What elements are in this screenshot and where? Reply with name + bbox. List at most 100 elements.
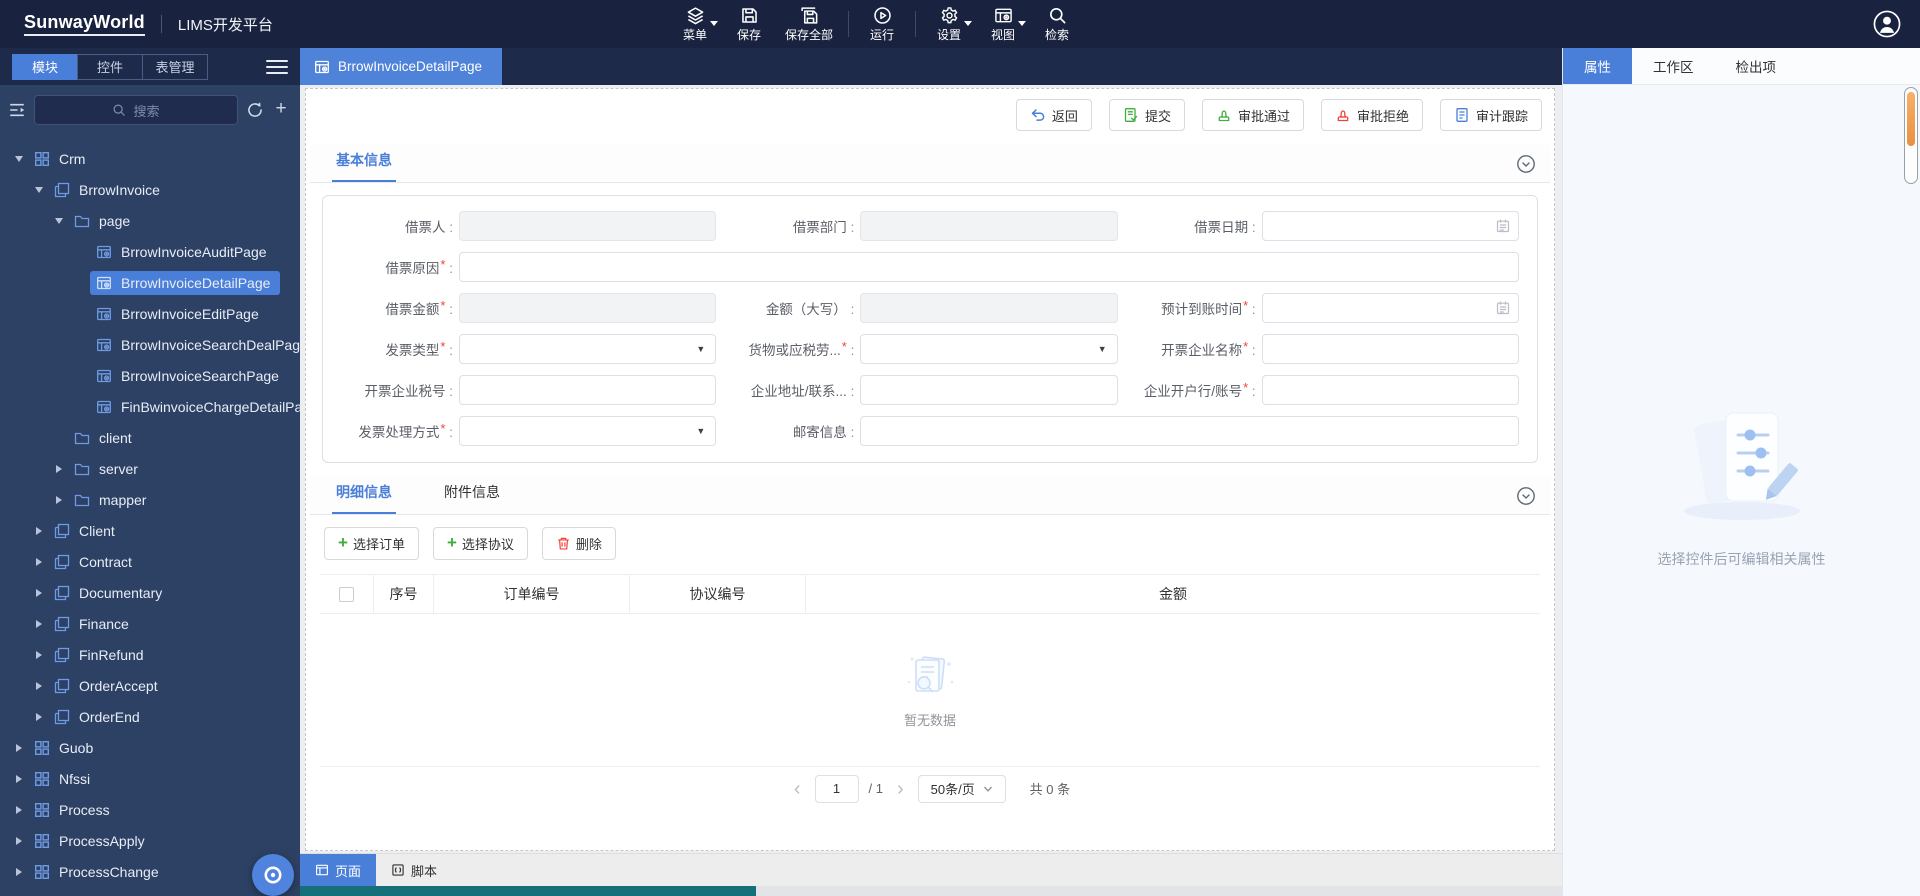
page-number-input[interactable]: 1 <box>814 774 859 803</box>
tree-item-mapper-folder[interactable]: mapper <box>0 484 300 515</box>
tab-modules[interactable]: 模块 <box>12 53 78 80</box>
tab-checkout-items[interactable]: 检出项 <box>1715 48 1798 84</box>
tab-properties[interactable]: 属性 <box>1563 48 1632 84</box>
select-agreement-button[interactable]: + 选择协议 <box>432 527 528 560</box>
caret-right-icon[interactable] <box>30 557 48 566</box>
back-button[interactable]: 返回 <box>1015 99 1092 131</box>
tree-item-nfssi[interactable]: Nfssi <box>0 763 300 794</box>
retrieve-button[interactable]: 检索 <box>1030 0 1084 48</box>
vertical-scrollbar[interactable] <box>1904 87 1918 184</box>
tree-item-client[interactable]: Client <box>0 515 300 546</box>
tab-controls[interactable]: 控件 <box>77 53 143 80</box>
locate-current-file-button[interactable] <box>252 854 294 896</box>
tree-item-audit-page[interactable]: BrrowInvoiceAuditPage <box>0 236 300 267</box>
company-tax-no-input[interactable] <box>459 375 717 405</box>
add-icon[interactable]: + <box>272 99 290 119</box>
run-button[interactable]: 运行 <box>855 0 909 48</box>
caret-right-icon[interactable] <box>10 867 28 876</box>
select-order-button[interactable]: + 选择订单 <box>324 527 419 560</box>
tree-item-process[interactable]: Process <box>0 794 300 825</box>
save-all-button[interactable]: 保存全部 <box>776 0 842 48</box>
tree-item-orderend[interactable]: OrderEnd <box>0 701 300 732</box>
borrow-date-input[interactable] <box>1261 211 1519 241</box>
horizontal-scrollbar[interactable] <box>300 886 1562 896</box>
next-page-icon[interactable]: › <box>893 779 908 799</box>
goods-tax-service-select[interactable]: ▼ <box>860 334 1118 364</box>
hamburger-menu-icon[interactable] <box>266 56 288 78</box>
collapse-tree-icon[interactable] <box>8 101 26 119</box>
settings-button[interactable]: 设置 <box>922 0 976 48</box>
caret-down-icon[interactable] <box>30 186 48 193</box>
refresh-icon[interactable] <box>246 101 264 119</box>
tree-item-finrefund[interactable]: FinRefund <box>0 639 300 670</box>
borrow-dept-input[interactable] <box>860 211 1118 241</box>
expected-arrival-time-input[interactable] <box>1261 293 1519 323</box>
borrow-reason-input[interactable] <box>459 252 1519 282</box>
company-address-contact-input[interactable] <box>860 375 1118 405</box>
approve-button[interactable]: 审批通过 <box>1201 99 1304 131</box>
tree-item-documentary[interactable]: Documentary <box>0 577 300 608</box>
company-bank-account-input[interactable] <box>1261 375 1519 405</box>
caret-right-icon[interactable] <box>50 464 68 473</box>
tab-attachment-info[interactable]: 附件信息 <box>440 482 504 514</box>
caret-right-icon[interactable] <box>10 774 28 783</box>
caret-right-icon[interactable] <box>50 495 68 504</box>
save-button[interactable]: 保存 <box>722 0 776 48</box>
tree-item-finance[interactable]: Finance <box>0 608 300 639</box>
tree-item-contract[interactable]: Contract <box>0 546 300 577</box>
invoice-type-select[interactable]: ▼ <box>459 334 717 364</box>
caret-right-icon[interactable] <box>30 619 48 628</box>
mailing-info-input[interactable] <box>860 416 1519 446</box>
caret-right-icon[interactable] <box>30 588 48 597</box>
tree-item-brrowinvoice[interactable]: BrrowInvoice <box>0 174 300 205</box>
amount-in-words-input[interactable] <box>860 293 1118 323</box>
tree-item-detail-page[interactable]: BrrowInvoiceDetailPage <box>0 267 300 298</box>
submit-button[interactable]: 提交 <box>1108 99 1185 131</box>
tab-basic-info[interactable]: 基本信息 <box>332 150 396 182</box>
collapse-chevron-icon[interactable] <box>1516 486 1536 506</box>
menu-button[interactable]: 菜单 <box>668 0 722 48</box>
tree-item-orderaccept[interactable]: OrderAccept <box>0 670 300 701</box>
reject-button[interactable]: 审批拒绝 <box>1320 99 1423 131</box>
caret-right-icon[interactable] <box>30 650 48 659</box>
tab-workspace[interactable]: 工作区 <box>1632 48 1715 84</box>
tree-item-search-page[interactable]: BrrowInvoiceSearchPage <box>0 360 300 391</box>
user-avatar[interactable] <box>1872 9 1902 39</box>
tree-item-crm[interactable]: Crm <box>0 143 300 174</box>
editor-tab-active[interactable]: BrrowInvoiceDetailPage <box>300 48 503 85</box>
tab-script[interactable]: 脚本 <box>376 854 452 886</box>
view-button[interactable]: 视图 <box>976 0 1030 48</box>
caret-down-icon[interactable] <box>50 217 68 224</box>
collapse-chevron-icon[interactable] <box>1516 154 1536 174</box>
horizontal-scrollbar-thumb[interactable] <box>300 886 756 896</box>
tree-item-charge-detail-page[interactable]: FinBwinvoiceChargeDetailPage <box>0 391 300 422</box>
tree-item-edit-page[interactable]: BrrowInvoiceEditPage <box>0 298 300 329</box>
page-size-select[interactable]: 50条/页 <box>917 774 1006 803</box>
designed-page[interactable]: 返回 提交 审批通过 审批拒绝 审计跟踪 基本信息 借票人 借票部门 借票日期 <box>305 88 1555 851</box>
tree-item-guob[interactable]: Guob <box>0 732 300 763</box>
tree-item-client-folder[interactable]: client <box>0 422 300 453</box>
audit-trail-button[interactable]: 审计跟踪 <box>1439 99 1542 131</box>
invoice-handling-select[interactable]: ▼ <box>459 416 717 446</box>
tab-table-management[interactable]: 表管理 <box>142 53 208 80</box>
select-all-checkbox[interactable] <box>339 586 354 602</box>
borrow-amount-input[interactable] <box>459 293 717 323</box>
caret-right-icon[interactable] <box>10 743 28 752</box>
vertical-scrollbar-thumb[interactable] <box>1907 92 1915 146</box>
caret-right-icon[interactable] <box>10 805 28 814</box>
caret-right-icon[interactable] <box>30 681 48 690</box>
tree-item-page-folder[interactable]: page <box>0 205 300 236</box>
tree-item-search-deal-page[interactable]: BrrowInvoiceSearchDealPage <box>0 329 300 360</box>
caret-right-icon[interactable] <box>30 526 48 535</box>
caret-right-icon[interactable] <box>30 712 48 721</box>
tree-item-server-folder[interactable]: server <box>0 453 300 484</box>
invoicing-company-name-input[interactable] <box>1261 334 1519 364</box>
caret-right-icon[interactable] <box>10 836 28 845</box>
prev-page-icon[interactable]: ‹ <box>790 779 805 799</box>
tree-item-processapply[interactable]: ProcessApply <box>0 825 300 856</box>
borrower-input[interactable] <box>459 211 717 241</box>
delete-button[interactable]: 删除 <box>541 527 616 560</box>
caret-down-icon[interactable] <box>10 155 28 162</box>
tab-page[interactable]: 页面 <box>300 854 377 886</box>
tab-detail-info[interactable]: 明细信息 <box>332 482 396 514</box>
